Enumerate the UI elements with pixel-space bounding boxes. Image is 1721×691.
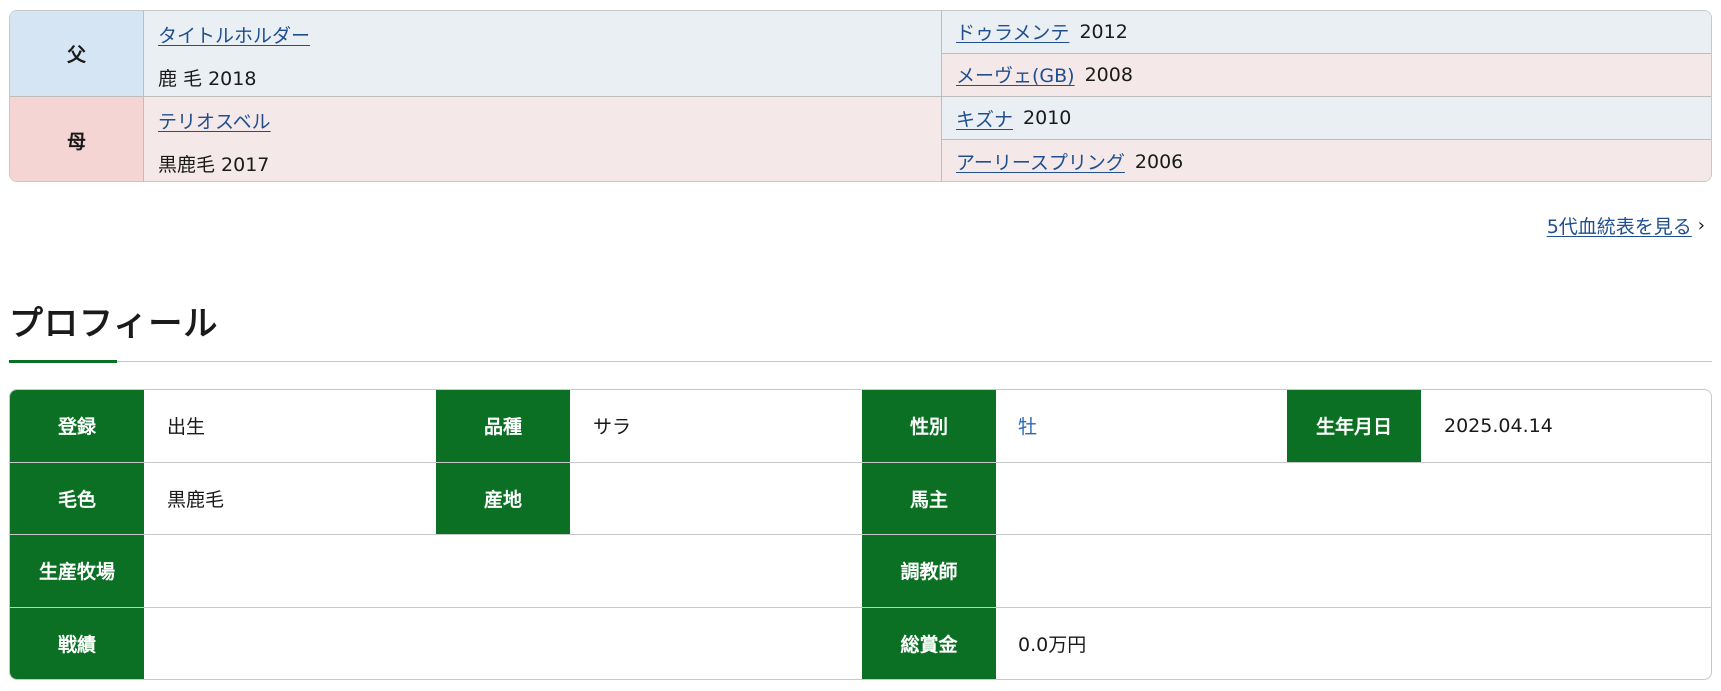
sire-granddam-link[interactable]: メーヴェ(GB) (956, 61, 1075, 88)
sire-detail: 鹿 毛 2018 (158, 68, 257, 90)
breeder-label: 生産牧場 (10, 535, 144, 607)
breed-value: サラ (593, 416, 632, 439)
breed-label: 品種 (436, 390, 570, 462)
dam-granddam-year: 2006 (1134, 150, 1184, 173)
dam-grandsire-year: 2010 (1023, 107, 1072, 129)
sire-link[interactable]: タイトルホルダー (158, 21, 941, 48)
registration-label: 登録 (10, 390, 144, 462)
prize-label: 総賞金 (862, 607, 996, 679)
sex-value: 牡 (1018, 416, 1038, 439)
five-generation-link[interactable]: 5代血統表を見る (1547, 212, 1692, 239)
sire-parents: ドゥラメンテ 2012 メーヴェ(GB) 2008 (942, 11, 1711, 97)
owner-label: 馬主 (862, 462, 996, 534)
sire-grandsire-year: 2012 (1079, 20, 1128, 43)
profile-row: 生産牧場 調教師 (10, 535, 1711, 608)
sire-granddam-year: 2008 (1084, 63, 1133, 86)
five-generation-link-row: 5代血統表を見る › (1547, 212, 1705, 239)
pedigree-table: 父 タイトルホルダー 鹿 毛 2018 ドゥラメンテ 2012 メーヴェ(GB)… (9, 10, 1712, 182)
dam-granddam-link[interactable]: アーリースプリング (956, 148, 1125, 175)
profile-table: 登録 出生 品種 サラ 性別 牡 生年月日 2025.04.14 毛色 黒鹿毛 … (9, 389, 1712, 680)
registration-value: 出生 (167, 416, 206, 439)
dam-detail: 黒鹿毛 2017 (158, 154, 270, 176)
dam-header: 母 (10, 97, 144, 181)
trainer-label: 調教師 (862, 535, 996, 607)
sire-header: 父 (10, 11, 144, 97)
prize-value: 0.0万円 (1018, 634, 1087, 657)
birthdate-label: 生年月日 (1287, 390, 1421, 462)
dam-parents: キズナ 2010 アーリースプリング 2006 (942, 97, 1711, 181)
dam-cell: テリオスベル 黒鹿毛 2017 (144, 97, 942, 181)
color-value: 黒鹿毛 (167, 488, 225, 511)
record-label: 戦績 (10, 607, 144, 679)
birthdate-value: 2025.04.14 (1444, 414, 1553, 437)
sex-label: 性別 (862, 390, 996, 462)
dam-grandsire-cell: キズナ 2010 (942, 97, 1711, 140)
origin-label: 産地 (436, 462, 570, 534)
color-label: 毛色 (10, 462, 144, 534)
dam-grandsire-link[interactable]: キズナ (956, 105, 1013, 132)
dam-link[interactable]: テリオスベル (158, 107, 941, 134)
heading-accent-bar (9, 360, 117, 363)
sire-granddam-cell: メーヴェ(GB) 2008 (942, 53, 1711, 96)
sire-cell: タイトルホルダー 鹿 毛 2018 (144, 11, 942, 97)
dam-label: 母 (66, 130, 86, 153)
profile-row: 戦績 総賞金 0.0万円 (10, 607, 1711, 679)
chevron-right-icon: › (1697, 215, 1705, 236)
heading-divider (9, 361, 1712, 362)
profile-row: 登録 出生 品種 サラ 性別 牡 生年月日 2025.04.14 (10, 390, 1711, 463)
profile-row: 毛色 黒鹿毛 産地 馬主 (10, 462, 1711, 535)
sire-label: 父 (66, 44, 86, 66)
sire-grandsire-link[interactable]: ドゥラメンテ (956, 18, 1069, 45)
sire-grandsire-cell: ドゥラメンテ 2012 (942, 11, 1711, 54)
profile-heading: プロフィール (9, 304, 219, 344)
dam-granddam-cell: アーリースプリング 2006 (942, 140, 1711, 181)
